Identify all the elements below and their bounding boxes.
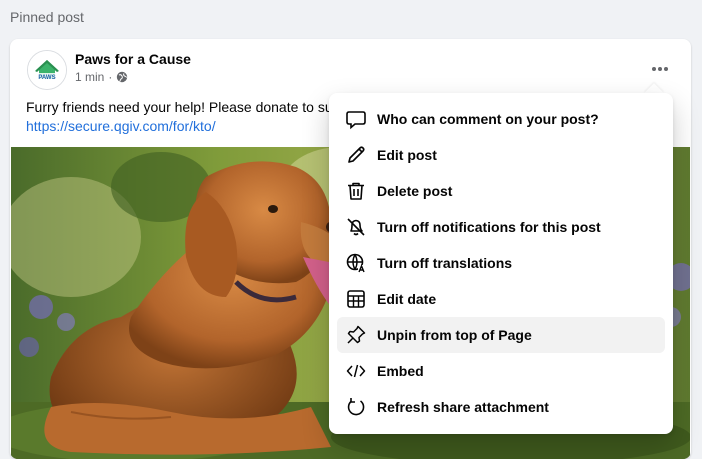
- calendar-icon: [345, 288, 367, 310]
- menu-item-label: Embed: [377, 363, 424, 379]
- menu-item-label: Delete post: [377, 183, 453, 199]
- menu-item-translations[interactable]: Turn off translations: [337, 245, 665, 281]
- paws-logo-icon: PAWS: [28, 51, 66, 89]
- menu-item-label: Turn off translations: [377, 255, 513, 271]
- menu-item-edit-date[interactable]: Edit date: [337, 281, 665, 317]
- menu-item-unpin[interactable]: Unpin from top of Page: [337, 317, 665, 353]
- comment-icon: [345, 108, 367, 130]
- menu-item-label: Edit date: [377, 291, 437, 307]
- menu-item-refresh-attachment[interactable]: Refresh share attachment: [337, 389, 665, 425]
- post-body: Furry friends need your help! Please don…: [26, 98, 333, 136]
- post-options-menu: Who can comment on your post? Edit post …: [329, 93, 673, 434]
- menu-item-notifications[interactable]: Turn off notifications for this post: [337, 209, 665, 245]
- more-options-button[interactable]: [643, 55, 677, 83]
- globe-icon: [117, 71, 128, 83]
- avatar[interactable]: PAWS: [27, 50, 67, 90]
- menu-item-label: Edit post: [377, 147, 437, 163]
- donation-link[interactable]: https://secure.qgiv.com/for/kto/: [26, 117, 326, 136]
- refresh-icon: [345, 396, 367, 418]
- code-icon: [345, 360, 367, 382]
- menu-item-label: Refresh share attachment: [377, 399, 549, 415]
- menu-item-edit-post[interactable]: Edit post: [337, 137, 665, 173]
- more-options-icon: [652, 67, 668, 71]
- menu-item-comment-settings[interactable]: Who can comment on your post?: [337, 101, 665, 137]
- page-name-link[interactable]: Paws for a Cause: [75, 51, 191, 67]
- post-meta: 1 min ·: [75, 70, 128, 84]
- pinned-post-label: Pinned post: [10, 9, 84, 25]
- menu-item-label: Who can comment on your post?: [377, 111, 599, 127]
- menu-item-embed[interactable]: Embed: [337, 353, 665, 389]
- menu-item-label: Turn off notifications for this post: [377, 219, 601, 235]
- post-timestamp[interactable]: 1 min: [75, 70, 104, 84]
- bell-off-icon: [345, 216, 367, 238]
- pin-icon: [345, 324, 367, 346]
- trash-icon: [345, 180, 367, 202]
- post-text: Furry friends need your help! Please don…: [26, 99, 333, 115]
- avatar-logo-text: PAWS: [38, 75, 55, 81]
- translate-globe-icon: [345, 252, 367, 274]
- menu-item-label: Unpin from top of Page: [377, 327, 532, 343]
- menu-item-delete-post[interactable]: Delete post: [337, 173, 665, 209]
- pencil-icon: [345, 144, 367, 166]
